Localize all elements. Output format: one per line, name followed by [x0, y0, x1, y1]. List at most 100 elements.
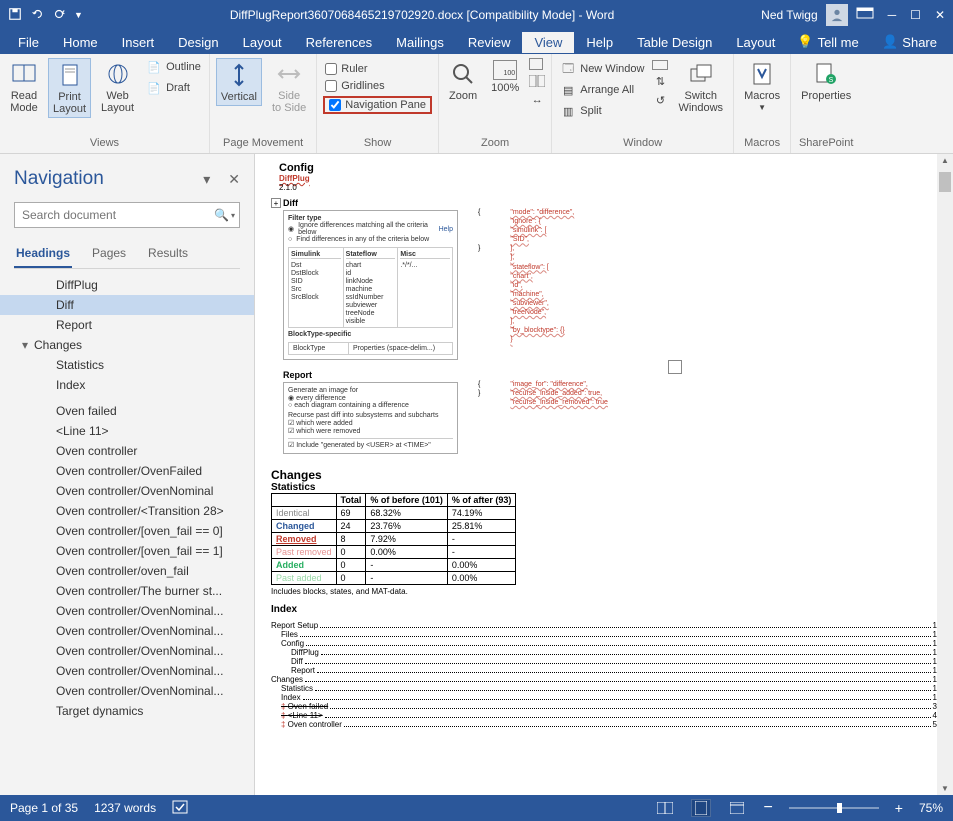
switch-windows-button[interactable]: Switch Windows	[674, 58, 727, 116]
read-mode-view-icon[interactable]	[655, 799, 675, 817]
word-count[interactable]: 1237 words	[94, 801, 156, 815]
user-name[interactable]: Ned Twigg	[761, 8, 817, 22]
nav-item[interactable]: Statistics	[0, 355, 254, 375]
split-button[interactable]: ▥Split	[558, 102, 646, 120]
redo-icon[interactable]	[52, 7, 66, 24]
tab-home[interactable]: Home	[51, 32, 110, 53]
zoom-100-button[interactable]: 100 100%	[487, 58, 523, 96]
scroll-up-icon[interactable]: ▲	[940, 156, 950, 165]
nav-item[interactable]: Oven controller/OvenNominal...	[0, 661, 254, 681]
ruler-checkbox[interactable]: Ruler	[323, 62, 432, 76]
nav-search[interactable]: 🔍 ▾	[14, 202, 240, 228]
user-avatar-icon[interactable]	[826, 4, 848, 26]
nav-item[interactable]: Oven controller/oven_fail	[0, 561, 254, 581]
read-mode-button[interactable]: Read Mode	[6, 58, 42, 116]
nav-item[interactable]: Oven controller/[oven_fail == 1]	[0, 541, 254, 561]
navigation-pane-checkbox[interactable]: Navigation Pane	[323, 96, 432, 114]
tab-table-design[interactable]: Table Design	[625, 32, 724, 53]
tab-design[interactable]: Design	[166, 32, 230, 53]
nav-close-icon[interactable]: ✕	[228, 171, 240, 188]
outline-button[interactable]: 📄Outline	[144, 58, 203, 76]
nav-item[interactable]: <Line 11>	[0, 421, 254, 441]
zoom-out-icon[interactable]: −	[763, 799, 772, 817]
document-area[interactable]: Config DiffPlug 2.1.0 + Diff Filter type…	[255, 154, 953, 795]
nav-tab-pages[interactable]: Pages	[90, 240, 128, 268]
maximize-icon[interactable]: ☐	[910, 8, 921, 22]
nav-item[interactable]: Oven controller/The burner st...	[0, 581, 254, 601]
tab-review[interactable]: Review	[456, 32, 523, 53]
tab-mailings[interactable]: Mailings	[384, 32, 456, 53]
nav-item[interactable]: Oven controller	[0, 441, 254, 461]
nav-item[interactable]: Oven failed	[0, 401, 254, 421]
new-window-button[interactable]: 🗔New Window	[558, 60, 646, 78]
web-layout-view-icon[interactable]	[727, 799, 747, 817]
switch-windows-icon	[687, 60, 715, 88]
vertical-scrollbar[interactable]: ▲ ▼	[937, 154, 953, 795]
nav-item[interactable]: Oven controller/<Transition 28>	[0, 501, 254, 521]
share-button[interactable]: 👤 Share	[872, 34, 947, 50]
close-icon[interactable]: ✕	[935, 8, 945, 22]
multi-page-icon[interactable]	[529, 73, 545, 89]
nav-item[interactable]: Target dynamics	[0, 701, 254, 721]
print-layout-label: Print Layout	[53, 91, 86, 115]
zoom-level[interactable]: 75%	[919, 801, 943, 815]
ribbon-display-icon[interactable]	[856, 7, 874, 24]
minimize-icon[interactable]: ─	[888, 8, 897, 22]
nav-item[interactable]: Oven controller/OvenNominal...	[0, 641, 254, 661]
nav-item[interactable]: DiffPlug	[0, 275, 254, 295]
page-status[interactable]: Page 1 of 35	[10, 801, 78, 815]
nav-item[interactable]: Oven controller/OvenNominal...	[0, 601, 254, 621]
tab-file[interactable]: File	[6, 32, 51, 53]
nav-item[interactable]: Oven controller/OvenNominal...	[0, 681, 254, 701]
zoom-button[interactable]: Zoom	[445, 58, 481, 104]
draft-button[interactable]: 📄Draft	[144, 79, 203, 97]
tab-view[interactable]: View	[522, 32, 574, 53]
vertical-button[interactable]: Vertical	[216, 58, 262, 106]
print-layout-button[interactable]: Print Layout	[48, 58, 91, 118]
one-page-icon[interactable]	[529, 58, 543, 70]
view-side-icon[interactable]	[652, 60, 668, 70]
sync-scroll-icon[interactable]: ⇅	[652, 73, 668, 89]
nav-item[interactable]: Oven controller/[oven_fail == 0]	[0, 521, 254, 541]
page-width-icon[interactable]: ↔	[529, 92, 545, 108]
search-icon[interactable]: 🔍	[214, 208, 229, 222]
tab-layout[interactable]: Layout	[231, 32, 294, 53]
nav-tree[interactable]: DiffPlugDiffReport▾ChangesStatisticsInde…	[0, 269, 254, 795]
expand-icon[interactable]: +	[271, 198, 281, 208]
group-zoom: Zoom 100 100% ↔ Zoom	[439, 54, 552, 153]
macros-button[interactable]: Macros ▼	[740, 58, 784, 115]
print-layout-view-icon[interactable]	[691, 799, 711, 817]
search-dropdown-icon[interactable]: ▾	[231, 211, 235, 220]
nav-tab-results[interactable]: Results	[146, 240, 190, 268]
nav-item[interactable]: Oven controller/OvenNominal...	[0, 621, 254, 641]
nav-tab-headings[interactable]: Headings	[14, 240, 72, 268]
tab-references[interactable]: References	[294, 32, 384, 53]
zoom-slider-knob[interactable]	[837, 803, 842, 813]
properties-button[interactable]: S Properties	[797, 58, 855, 104]
nav-item[interactable]: Oven controller/OvenNominal	[0, 481, 254, 501]
qat-dropdown-icon[interactable]: ▼	[74, 10, 83, 20]
tab-insert[interactable]: Insert	[110, 32, 167, 53]
search-input[interactable]	[19, 205, 214, 225]
scroll-down-icon[interactable]: ▼	[940, 784, 950, 793]
tab-help[interactable]: Help	[574, 32, 625, 53]
arrange-all-button[interactable]: ▤Arrange All	[558, 81, 646, 99]
scrollbar-thumb[interactable]	[939, 172, 951, 192]
nav-item[interactable]: Index	[0, 375, 254, 395]
save-icon[interactable]	[8, 7, 22, 24]
nav-menu-icon[interactable]: ▾	[203, 171, 210, 188]
nav-item[interactable]: Oven controller/OvenFailed	[0, 461, 254, 481]
gridlines-checkbox[interactable]: Gridlines	[323, 79, 432, 93]
reset-window-icon[interactable]: ↺	[652, 92, 668, 108]
tell-me-button[interactable]: 💡 Tell me	[787, 34, 868, 50]
proofing-icon[interactable]	[172, 800, 188, 817]
web-layout-button[interactable]: Web Layout	[97, 58, 138, 116]
zoom-in-icon[interactable]: +	[895, 800, 903, 816]
zoom-slider[interactable]	[789, 807, 879, 809]
nav-item[interactable]: Report	[0, 315, 254, 335]
tab-layout2[interactable]: Layout	[724, 32, 787, 53]
undo-icon[interactable]	[30, 7, 44, 24]
nav-item[interactable]: ▾Changes	[0, 335, 254, 355]
nav-item[interactable]: Diff	[0, 295, 254, 315]
filter-help[interactable]: Help	[439, 226, 453, 233]
